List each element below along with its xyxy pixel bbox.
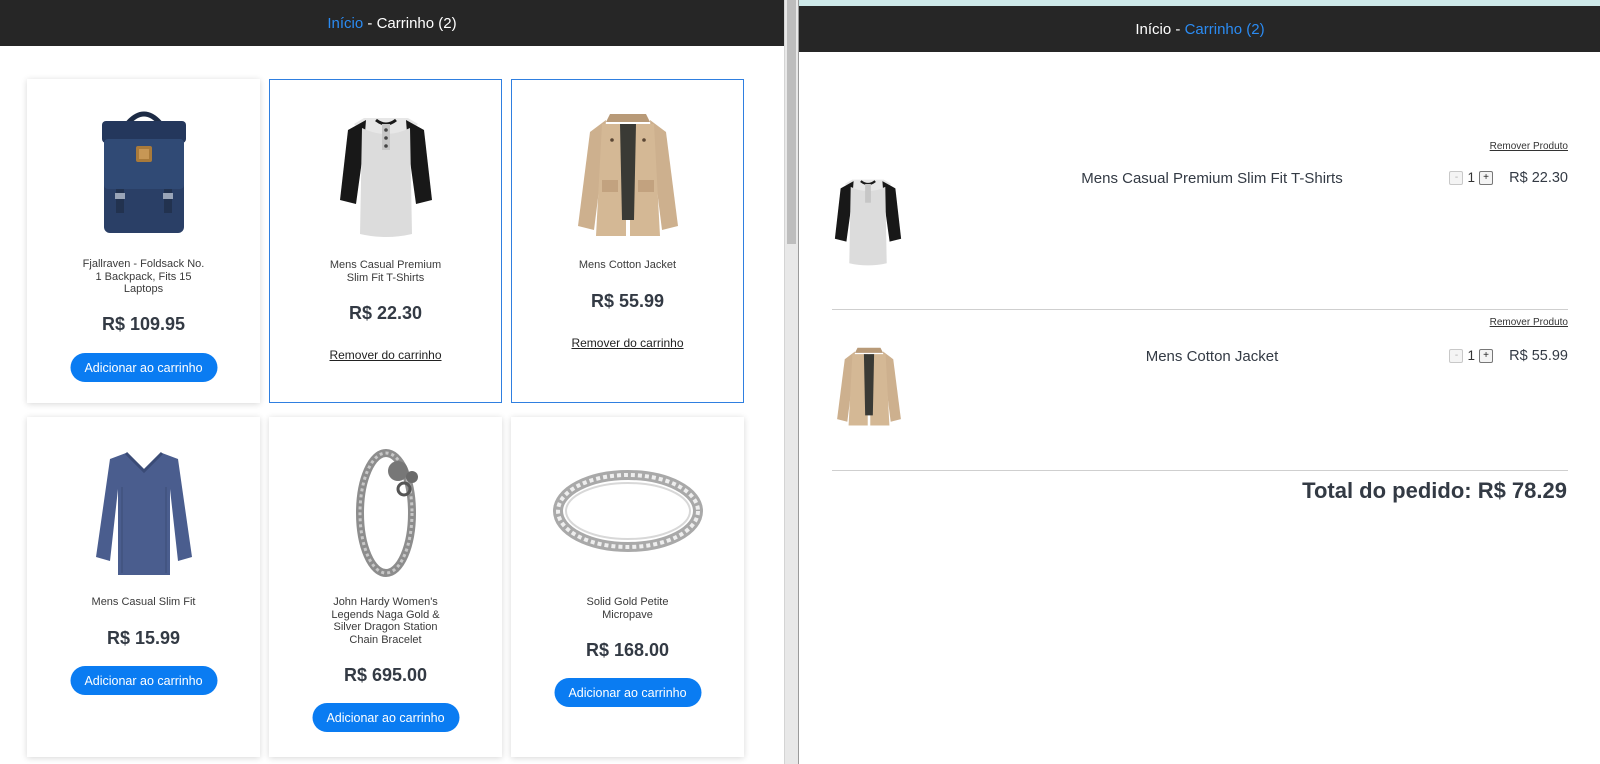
product-card: Mens Casual Premium Slim Fit T-Shirts R$… bbox=[269, 79, 502, 403]
backpack-image bbox=[27, 109, 260, 237]
cart-item: Remover Produto Mens Casual Premium Slim… bbox=[832, 141, 1568, 271]
remove-product-link[interactable]: Remover Produto bbox=[1490, 317, 1568, 328]
nav-cart-link[interactable]: Carrinho (2) bbox=[377, 15, 457, 32]
remove-from-cart-link[interactable]: Remover do carrinho bbox=[512, 336, 743, 350]
increment-button[interactable]: + bbox=[1479, 170, 1493, 185]
nav-home-link[interactable]: Início bbox=[327, 15, 363, 32]
remove-from-cart-link[interactable]: Remover do carrinho bbox=[270, 348, 501, 362]
nav-separator: - bbox=[363, 14, 377, 32]
add-to-cart-button[interactable]: Adicionar ao carrinho bbox=[70, 666, 217, 695]
raglan-tshirt-image bbox=[832, 171, 904, 274]
scrollbar-thumb[interactable] bbox=[787, 0, 796, 244]
add-to-cart-button[interactable]: Adicionar ao carrinho bbox=[312, 703, 459, 732]
product-price: R$ 55.99 bbox=[590, 291, 665, 311]
product-title: Mens Cotton Jacket bbox=[578, 259, 677, 271]
top-nav: Início - Carrinho (2) bbox=[799, 6, 1600, 52]
product-title: Mens Casual Slim Fit bbox=[91, 596, 196, 608]
product-price: R$ 168.00 bbox=[585, 640, 670, 660]
product-card: Solid Gold Petite Micropave R$ 168.00 Ad… bbox=[511, 417, 744, 757]
quantity-stepper: - 1 + bbox=[1449, 348, 1493, 363]
decrement-button[interactable]: - bbox=[1449, 348, 1464, 363]
product-card: Mens Cotton Jacket R$ 55.99 Remover do c… bbox=[511, 79, 744, 403]
product-card: Mens Casual Slim Fit R$ 15.99 Adicionar … bbox=[27, 417, 260, 757]
cart-item: Remover Produto Mens Cotton Jacket - 1 +… bbox=[832, 317, 1568, 447]
cart-item-name: Mens Cotton Jacket bbox=[1145, 348, 1279, 365]
decrement-button[interactable]: - bbox=[1449, 170, 1464, 185]
remove-product-link[interactable]: Remover Produto bbox=[1490, 141, 1568, 152]
add-to-cart-button[interactable]: Adicionar ao carrinho bbox=[554, 678, 701, 707]
nav-cart-link[interactable]: Carrinho (2) bbox=[1185, 21, 1265, 38]
product-title: John Hardy Women's Legends Naga Gold & S… bbox=[331, 596, 440, 646]
cotton-jacket-image bbox=[512, 110, 743, 238]
nav-separator: - bbox=[1171, 20, 1185, 38]
long-sleeve-shirt-image bbox=[27, 447, 260, 579]
order-total: Total do pedido: R$ 78.29 bbox=[1302, 478, 1567, 503]
cart-item-price: R$ 55.99 bbox=[1509, 348, 1568, 364]
product-card: John Hardy Women's Legends Naga Gold & S… bbox=[269, 417, 502, 757]
product-price: R$ 695.00 bbox=[343, 665, 428, 685]
product-price: R$ 109.95 bbox=[101, 314, 186, 334]
product-card: Fjallraven - Foldsack No. 1 Backpack, Fi… bbox=[27, 79, 260, 403]
quantity-value: 1 bbox=[1467, 170, 1475, 185]
divider bbox=[832, 309, 1568, 310]
add-to-cart-button[interactable]: Adicionar ao carrinho bbox=[70, 353, 217, 382]
divider bbox=[832, 470, 1568, 471]
cart-item-price: R$ 22.30 bbox=[1509, 170, 1568, 186]
vertical-scrollbar[interactable] bbox=[784, 0, 798, 764]
quantity-stepper: - 1 + bbox=[1449, 170, 1493, 185]
product-title: Mens Casual Premium Slim Fit T-Shirts bbox=[329, 259, 442, 284]
nav-home-link[interactable]: Início bbox=[1135, 21, 1171, 38]
product-price: R$ 22.30 bbox=[348, 303, 423, 323]
increment-button[interactable]: + bbox=[1479, 348, 1493, 363]
dragon-bracelet-image bbox=[269, 447, 502, 579]
raglan-tshirt-image bbox=[270, 110, 501, 238]
ring-image bbox=[511, 469, 744, 553]
top-nav: Início - Carrinho (2) bbox=[0, 0, 784, 46]
product-title: Solid Gold Petite Micropave bbox=[586, 596, 669, 621]
product-title: Fjallraven - Foldsack No. 1 Backpack, Fi… bbox=[82, 258, 205, 295]
cart-window: Início - Carrinho (2) Remover Produto Me… bbox=[798, 0, 1600, 764]
cart-item-name: Mens Casual Premium Slim Fit T-Shirts bbox=[1081, 170, 1343, 187]
product-price: R$ 15.99 bbox=[106, 628, 181, 648]
cotton-jacket-image bbox=[832, 345, 906, 432]
product-list-window: Início - Carrinho (2) Fjallraven - Folds… bbox=[0, 0, 784, 764]
quantity-value: 1 bbox=[1467, 348, 1475, 363]
